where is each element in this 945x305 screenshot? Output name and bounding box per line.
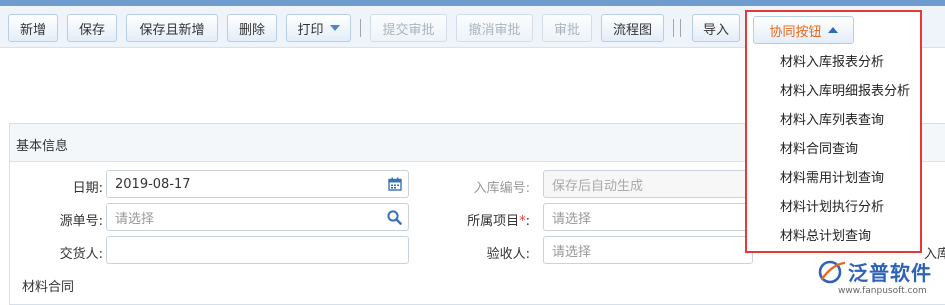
section-title: 基本信息: [16, 139, 69, 154]
material-contract-label: 材料合同: [22, 280, 75, 295]
toolbar-separator: [680, 19, 681, 37]
menu-item-receipt-detail-report-analysis[interactable]: 材料入库明细报表分析: [748, 77, 919, 106]
menu-item-receipt-list-query[interactable]: 材料入库列表查询: [748, 106, 919, 135]
submit-approval-button[interactable]: 提交审批: [370, 14, 447, 42]
print-button[interactable]: 打印: [286, 14, 351, 42]
menu-item-master-plan-query[interactable]: 材料总计划查询: [748, 222, 919, 251]
source-no-placeholder: 请选择: [115, 211, 155, 227]
project-placeholder: 请选择: [552, 211, 592, 227]
fanpu-logo: 泛普软件 www.fanpusoft.com: [818, 257, 943, 303]
receipt-no-label: 入库编号:: [473, 181, 530, 196]
receiver-placeholder: 请选择: [552, 244, 592, 260]
logo-url: www.fanpusoft.com: [838, 286, 927, 296]
cooperation-button[interactable]: 协同按钮: [753, 16, 854, 44]
receiver-label: 验收人:: [486, 247, 530, 262]
approve-button[interactable]: 审批: [542, 14, 592, 42]
toolbar-separator: [673, 19, 674, 37]
source-no-label: 源单号:: [59, 214, 103, 229]
receipt-no-placeholder: 保存后自动生成: [552, 178, 644, 194]
add-button[interactable]: 新增: [8, 14, 58, 42]
calendar-icon[interactable]: [388, 177, 402, 191]
delete-button[interactable]: 删除: [227, 14, 277, 42]
project-label: 所属项目*:: [467, 214, 530, 229]
date-value: 2019-08-17: [115, 176, 191, 192]
flowchart-button[interactable]: 流程图: [601, 14, 664, 42]
menu-item-plan-execution-analysis[interactable]: 材料计划执行分析: [748, 193, 919, 222]
save-button[interactable]: 保存: [67, 14, 117, 42]
chevron-up-icon: [827, 27, 838, 33]
deliverer-label: 交货人:: [59, 247, 103, 262]
logo-mark-icon: [818, 260, 846, 284]
chevron-down-icon: [329, 25, 340, 31]
source-no-field[interactable]: 请选择: [106, 203, 409, 231]
receipt-no-field: 保存后自动生成: [543, 170, 753, 198]
receiver-field[interactable]: 请选择: [543, 236, 753, 264]
cooperation-dropdown: 协同按钮 材料入库报表分析 材料入库明细报表分析 材料入库列表查询 材料合同查询…: [745, 10, 922, 253]
date-label: 日期:: [72, 181, 103, 196]
import-button[interactable]: 导入: [692, 14, 740, 42]
date-field[interactable]: 2019-08-17: [106, 170, 409, 198]
revoke-approval-button[interactable]: 撤消审批: [456, 14, 533, 42]
menu-item-demand-plan-query[interactable]: 材料需用计划查询: [748, 164, 919, 193]
menu-item-receipt-report-analysis[interactable]: 材料入库报表分析: [748, 48, 919, 77]
save-and-add-button[interactable]: 保存且新增: [126, 14, 218, 42]
cooperation-menu-list: 材料入库报表分析 材料入库明细报表分析 材料入库列表查询 材料合同查询 材料需用…: [748, 48, 919, 251]
logo-name: 泛普软件: [848, 261, 932, 285]
menu-item-contract-query[interactable]: 材料合同查询: [748, 135, 919, 164]
project-field[interactable]: 请选择: [543, 203, 753, 231]
search-icon[interactable]: [387, 210, 402, 225]
deliverer-field[interactable]: [106, 236, 409, 264]
toolbar-separator: [360, 19, 361, 37]
